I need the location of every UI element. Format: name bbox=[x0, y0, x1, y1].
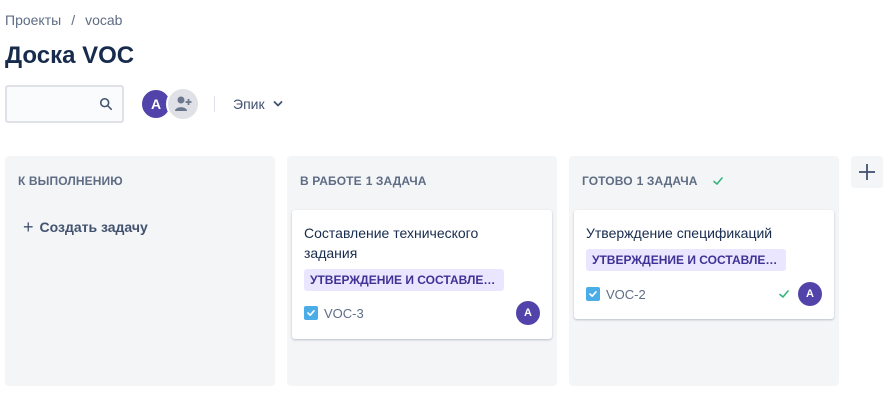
epic-filter-dropdown[interactable]: Эпик bbox=[229, 90, 287, 118]
breadcrumb-project-link[interactable]: vocab bbox=[85, 12, 122, 28]
breadcrumb-projects-link[interactable]: Проекты bbox=[5, 12, 61, 28]
plus-icon: + bbox=[23, 217, 34, 237]
plus-icon bbox=[859, 164, 875, 180]
assignee-avatar[interactable]: A bbox=[798, 282, 822, 306]
board-toolbar: A Эпик bbox=[5, 85, 287, 123]
card-footer: VOC-3 A bbox=[304, 301, 540, 325]
create-task-label: Создать задачу bbox=[39, 219, 148, 235]
issue-key[interactable]: VOC-3 bbox=[324, 306, 364, 321]
epic-badge: УТВЕРЖДЕНИЕ И СОСТАВЛЕНИЕ ... bbox=[304, 269, 504, 291]
story-icon bbox=[586, 287, 600, 301]
toolbar-divider bbox=[214, 96, 215, 112]
epic-filter-label: Эпик bbox=[233, 96, 265, 112]
check-icon bbox=[712, 177, 723, 185]
card-summary: Составление технического задания bbox=[304, 225, 479, 261]
issue-card[interactable]: Утверждение спецификаций УТВЕРЖДЕНИЕ И С… bbox=[574, 210, 834, 319]
add-people-button[interactable] bbox=[166, 87, 200, 121]
chevron-down-icon bbox=[273, 101, 282, 107]
check-icon bbox=[779, 290, 789, 298]
column-count: 1 ЗАДАЧА bbox=[636, 174, 698, 188]
column-header: К ВЫПОЛНЕНИЮ bbox=[18, 174, 123, 188]
search-box bbox=[5, 85, 124, 123]
issue-key[interactable]: VOC-2 bbox=[606, 287, 646, 302]
column-header: ГОТОВО 1 ЗАДАЧА bbox=[582, 174, 724, 188]
column-header: В РАБОТЕ 1 ЗАДАЧА bbox=[300, 174, 427, 188]
page-title: Доска VOC bbox=[5, 42, 135, 69]
column-count: 1 ЗАДАЧА bbox=[365, 174, 427, 188]
column-title: В РАБОТЕ bbox=[300, 174, 362, 188]
create-task-button[interactable]: + Создать задачу bbox=[23, 217, 148, 237]
add-column-button[interactable] bbox=[851, 156, 883, 188]
breadcrumb: Проекты / vocab bbox=[5, 12, 122, 28]
card-footer: VOC-2 A bbox=[586, 282, 822, 306]
breadcrumb-separator: / bbox=[71, 12, 76, 28]
assignee-avatar[interactable]: A bbox=[516, 301, 540, 325]
column-title: К ВЫПОЛНЕНИЮ bbox=[18, 174, 123, 188]
column-title: ГОТОВО bbox=[582, 174, 633, 188]
add-people-icon bbox=[175, 96, 192, 111]
search-icon bbox=[99, 97, 113, 111]
column-todo: К ВЫПОЛНЕНИЮ + Создать задачу bbox=[5, 156, 275, 386]
issue-card[interactable]: Составление технического задания УТВЕРЖД… bbox=[292, 210, 552, 339]
search-input[interactable] bbox=[7, 87, 93, 121]
story-icon bbox=[304, 306, 318, 320]
epic-badge: УТВЕРЖДЕНИЕ И СОСТАВЛЕНИЕ ... bbox=[586, 249, 786, 271]
card-summary: Утверждение спецификаций bbox=[586, 225, 773, 241]
people-filter: A bbox=[140, 87, 200, 121]
